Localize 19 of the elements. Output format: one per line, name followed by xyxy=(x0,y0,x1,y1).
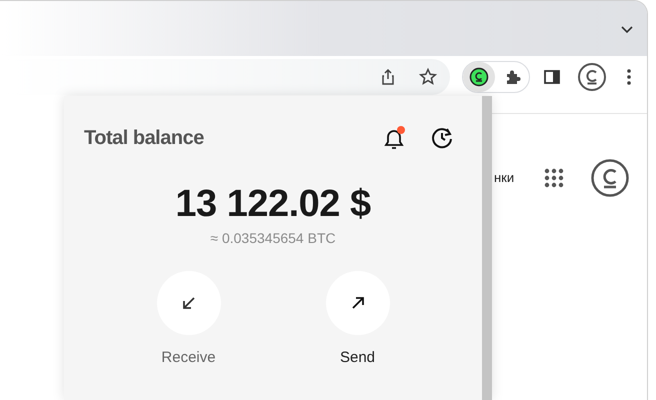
letter-c-icon[interactable] xyxy=(590,158,630,198)
letter-c-icon xyxy=(469,67,489,87)
arrow-down-left-icon xyxy=(180,295,196,311)
action-label: Send xyxy=(340,348,376,368)
receive-button[interactable]: Receive xyxy=(144,271,234,370)
send-button[interactable]: Send xyxy=(312,271,402,370)
header-link[interactable]: нки xyxy=(494,168,514,188)
arrow-up-right-icon xyxy=(350,295,366,311)
side-panel-icon[interactable] xyxy=(542,67,562,87)
balance-btc: ≈ 0.035345654 BTC xyxy=(210,229,336,248)
balance-amount: 13 122.02 $ xyxy=(175,182,371,226)
kebab-menu-icon[interactable] xyxy=(627,69,631,85)
action-label: Receive xyxy=(161,348,216,368)
popup-title: Total balance xyxy=(84,126,204,151)
letter-c-icon[interactable] xyxy=(577,62,607,92)
clock-refresh-icon[interactable] xyxy=(430,126,454,150)
star-icon[interactable] xyxy=(418,67,438,87)
app-grid-icon[interactable] xyxy=(544,168,564,188)
extension-button[interactable] xyxy=(463,62,495,92)
